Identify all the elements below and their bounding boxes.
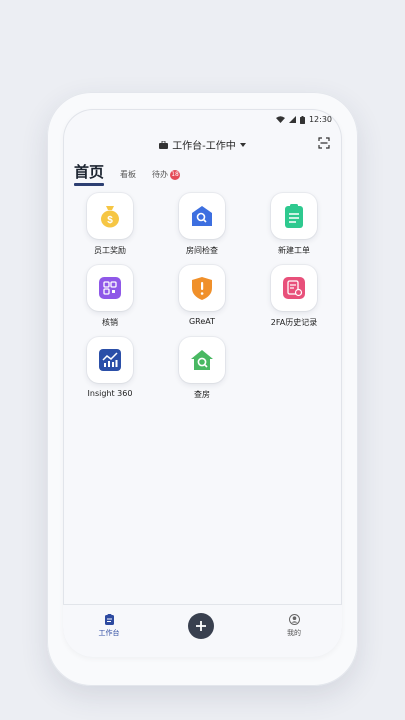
app-label: 房间检查 — [186, 246, 218, 255]
tab-home-label: 首页 — [74, 163, 105, 181]
app-insight-360[interactable]: Insight 360 — [70, 337, 150, 398]
app-room-inspection[interactable]: 房间检查 — [162, 193, 242, 256]
clipboard-nav-icon — [104, 614, 114, 625]
app-label: 2FA历史记录 — [270, 318, 318, 327]
status-icons: 12:30 — [275, 115, 332, 124]
chart-icon — [99, 349, 121, 371]
add-button[interactable] — [188, 613, 214, 639]
app-verification[interactable]: 核销 — [70, 265, 150, 328]
app-tile — [87, 265, 133, 311]
workspace-title: 工作台-工作中 — [172, 141, 236, 152]
app-tile — [271, 265, 317, 311]
app-label: 查房 — [194, 390, 210, 399]
app-label: 新建工单 — [278, 246, 310, 255]
svg-text:$: $ — [107, 215, 113, 226]
user-icon — [288, 614, 300, 625]
todo-count-badge: 18 — [170, 169, 181, 180]
tab-todo-label: 待办 — [152, 170, 169, 179]
tab-bar: 首页 看板 待办 18 — [74, 161, 181, 186]
app-employee-reward[interactable]: $ 员工奖励 — [70, 193, 150, 256]
app-tile — [179, 265, 225, 311]
tab-dashboard[interactable]: 看板 — [120, 169, 136, 180]
status-bar: 12:30 — [63, 109, 342, 131]
plus-icon — [196, 621, 206, 631]
app-label: GReAT — [188, 317, 216, 326]
app-new-work-order[interactable]: 新建工单 — [254, 193, 334, 256]
app-tile — [271, 193, 317, 239]
top-bar: 工作台-工作中 — [63, 133, 342, 155]
nav-mine[interactable]: 我的 — [269, 614, 319, 638]
app-room-check[interactable]: 查房 — [162, 337, 242, 400]
money-bag-icon: $ — [101, 206, 119, 228]
app-label: 核销 — [102, 318, 118, 327]
house-search-icon — [192, 206, 212, 226]
app-label: Insight 360 — [87, 389, 133, 398]
document-history-icon — [283, 277, 305, 299]
signal-icon — [288, 116, 296, 123]
app-label: 员工奖励 — [94, 246, 126, 255]
qr-grid-icon — [99, 277, 121, 299]
app-great[interactable]: GReAT — [162, 265, 242, 326]
clipboard-icon — [285, 204, 303, 228]
shield-alert-icon — [192, 276, 212, 300]
caret-down-icon — [239, 142, 246, 147]
app-2fa-history[interactable]: 2FA历史记录 — [254, 265, 334, 328]
tab-todo[interactable]: 待办 18 — [152, 169, 181, 180]
nav-mine-label: 我的 — [287, 629, 301, 637]
app-tile — [87, 337, 133, 383]
tab-home[interactable]: 首页 — [74, 161, 105, 186]
active-tab-indicator — [74, 183, 105, 186]
wifi-icon — [275, 116, 285, 123]
app-tile: $ — [87, 193, 133, 239]
app-tile — [179, 337, 225, 383]
briefcase-icon — [159, 140, 169, 149]
battery-icon — [299, 115, 305, 124]
tab-dashboard-label: 看板 — [120, 170, 137, 179]
app-tile — [179, 193, 225, 239]
house-check-icon — [191, 350, 213, 370]
scan-icon[interactable] — [318, 137, 330, 149]
workspace-selector[interactable]: 工作台-工作中 — [63, 137, 342, 152]
nav-workbench[interactable]: 工作台 — [84, 614, 134, 638]
bottom-nav: 工作台 我的 — [63, 604, 342, 657]
status-time: 12:30 — [308, 115, 332, 124]
nav-workbench-label: 工作台 — [98, 629, 120, 637]
phone-screen: 12:30 工作台-工作中 首页 看板 待办 18 $ 员工奖励 房间检查 新建… — [63, 109, 342, 657]
